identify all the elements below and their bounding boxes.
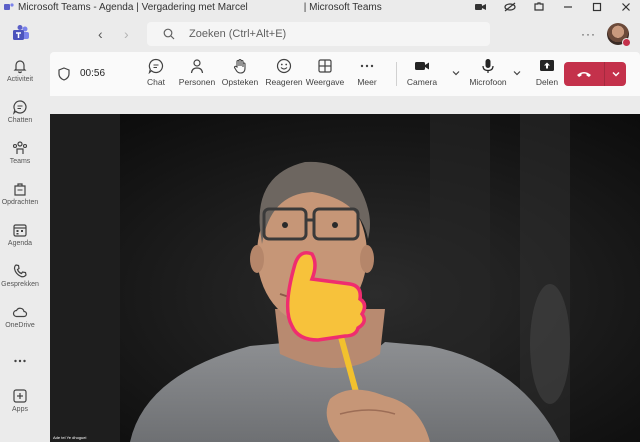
chat-button[interactable]: Chat xyxy=(134,58,178,87)
phone-icon xyxy=(13,264,27,278)
video-caption: Ade tel Ye dhoguei xyxy=(53,435,87,440)
rail-item-calls[interactable]: Gesprekken xyxy=(0,263,40,288)
microphone-button-label: Microfoon xyxy=(469,77,507,87)
rail-item-label: Apps xyxy=(12,406,28,413)
camera-button[interactable]: Camera xyxy=(400,58,444,87)
share-button-label: Delen xyxy=(535,77,559,87)
participant-video: Ade tel Ye dhoguei xyxy=(50,114,640,442)
teams-app-icon xyxy=(4,3,14,10)
person-icon xyxy=(190,59,204,74)
rail-item-label: Agenda xyxy=(7,240,33,247)
maximize-icon[interactable] xyxy=(582,0,611,14)
forward-button[interactable]: › xyxy=(124,26,129,42)
cloud-icon xyxy=(12,307,28,318)
more-options-button[interactable]: ··· xyxy=(581,27,596,41)
chat-icon xyxy=(148,58,164,74)
people-button-label: Personen xyxy=(178,77,216,87)
rail-item-calendar[interactable]: Agenda xyxy=(0,222,40,247)
camera-indicator-icon[interactable] xyxy=(466,0,495,14)
grid-view-icon xyxy=(318,59,332,73)
share-screen-icon xyxy=(540,60,554,71)
rail-item-chat[interactable]: Chatten xyxy=(0,99,40,124)
rail-item-label: Teams xyxy=(9,158,31,165)
more-icon xyxy=(360,64,374,68)
hand-icon xyxy=(233,58,246,74)
rail-item-teams[interactable]: Teams xyxy=(0,140,40,165)
hang-up-icon xyxy=(564,70,604,78)
rail-item-label: Activiteit xyxy=(6,76,34,83)
app-header: ‹ › Zoeken (Ctrl+Alt+E) ··· xyxy=(0,14,640,52)
microphone-button[interactable]: Microfoon xyxy=(466,58,510,87)
react-button-label: Reageren xyxy=(265,77,303,87)
react-button[interactable]: Reageren xyxy=(262,58,306,87)
avatar[interactable] xyxy=(607,23,631,47)
raise-hand-button[interactable]: Opsteken xyxy=(218,58,262,87)
leave-options-chevron-down-icon[interactable] xyxy=(605,69,626,79)
rail-item-label: Opdrachten xyxy=(1,199,39,206)
shield-icon[interactable] xyxy=(58,67,70,81)
extension-icon[interactable] xyxy=(524,0,553,14)
view-button[interactable]: Weergave xyxy=(303,58,347,87)
search-box[interactable]: Zoeken (Ctrl+Alt+E) xyxy=(147,22,490,46)
window-title-suffix: | Microsoft Teams xyxy=(303,1,382,13)
rail-item-assignments[interactable]: Opdrachten xyxy=(0,181,40,206)
raise-hand-button-label: Opsteken xyxy=(221,77,259,87)
microphone-options-chevron-down-icon[interactable] xyxy=(512,68,522,78)
apps-icon xyxy=(13,389,27,403)
window-titlebar: Microsoft Teams - Agenda | Vergadering m… xyxy=(0,0,640,14)
rail-item-activity[interactable]: Activiteit xyxy=(0,58,40,83)
share-button[interactable]: Delen xyxy=(525,58,569,87)
close-icon[interactable] xyxy=(611,0,640,14)
status-badge xyxy=(622,38,631,47)
calendar-icon xyxy=(13,224,27,237)
microphone-icon xyxy=(482,59,494,73)
meeting-timer: 00:56 xyxy=(80,68,106,79)
rail-item-label: OneDrive xyxy=(5,322,35,329)
assignments-icon xyxy=(14,183,26,196)
more-icon xyxy=(14,359,26,363)
smiley-icon xyxy=(276,58,292,74)
meeting-toolbar: 00:56 Chat Personen Opsteken Reageren We… xyxy=(50,52,640,96)
search-input[interactable]: Zoeken (Ctrl+Alt+E) xyxy=(189,28,286,40)
bell-icon xyxy=(13,60,27,74)
teams-icon xyxy=(12,141,28,154)
back-button[interactable]: ‹ xyxy=(98,26,103,42)
more-button-label: Meer xyxy=(357,77,377,87)
rail-item-label: Chatten xyxy=(7,117,33,124)
rail-item-onedrive[interactable]: OneDrive xyxy=(0,304,40,329)
minimize-icon[interactable] xyxy=(553,0,582,14)
rail-item-label: Gesprekken xyxy=(1,281,39,288)
camera-options-chevron-down-icon[interactable] xyxy=(451,68,461,78)
app-rail: Activiteit Chatten Teams Opdrachten Agen… xyxy=(0,52,40,442)
video-feed-image xyxy=(50,114,640,442)
eye-slash-icon[interactable] xyxy=(495,0,524,14)
camera-button-label: Camera xyxy=(406,77,438,87)
leave-button[interactable] xyxy=(564,62,626,86)
people-button[interactable]: Personen xyxy=(175,58,219,87)
rail-item-more[interactable] xyxy=(0,353,40,371)
view-button-label: Weergave xyxy=(305,77,345,87)
teams-logo-icon xyxy=(13,25,29,40)
toolbar-divider xyxy=(396,62,397,86)
camera-icon xyxy=(415,62,429,70)
window-title: Microsoft Teams - Agenda | Vergadering m… xyxy=(18,1,248,13)
window-controls xyxy=(466,0,640,14)
meeting-stage: 00:56 Chat Personen Opsteken Reageren We… xyxy=(40,52,640,442)
search-icon xyxy=(163,28,175,40)
rail-item-apps[interactable]: Apps xyxy=(0,388,40,413)
chat-button-label: Chat xyxy=(147,77,165,87)
more-button[interactable]: Meer xyxy=(345,58,389,87)
chat-icon xyxy=(12,100,27,115)
